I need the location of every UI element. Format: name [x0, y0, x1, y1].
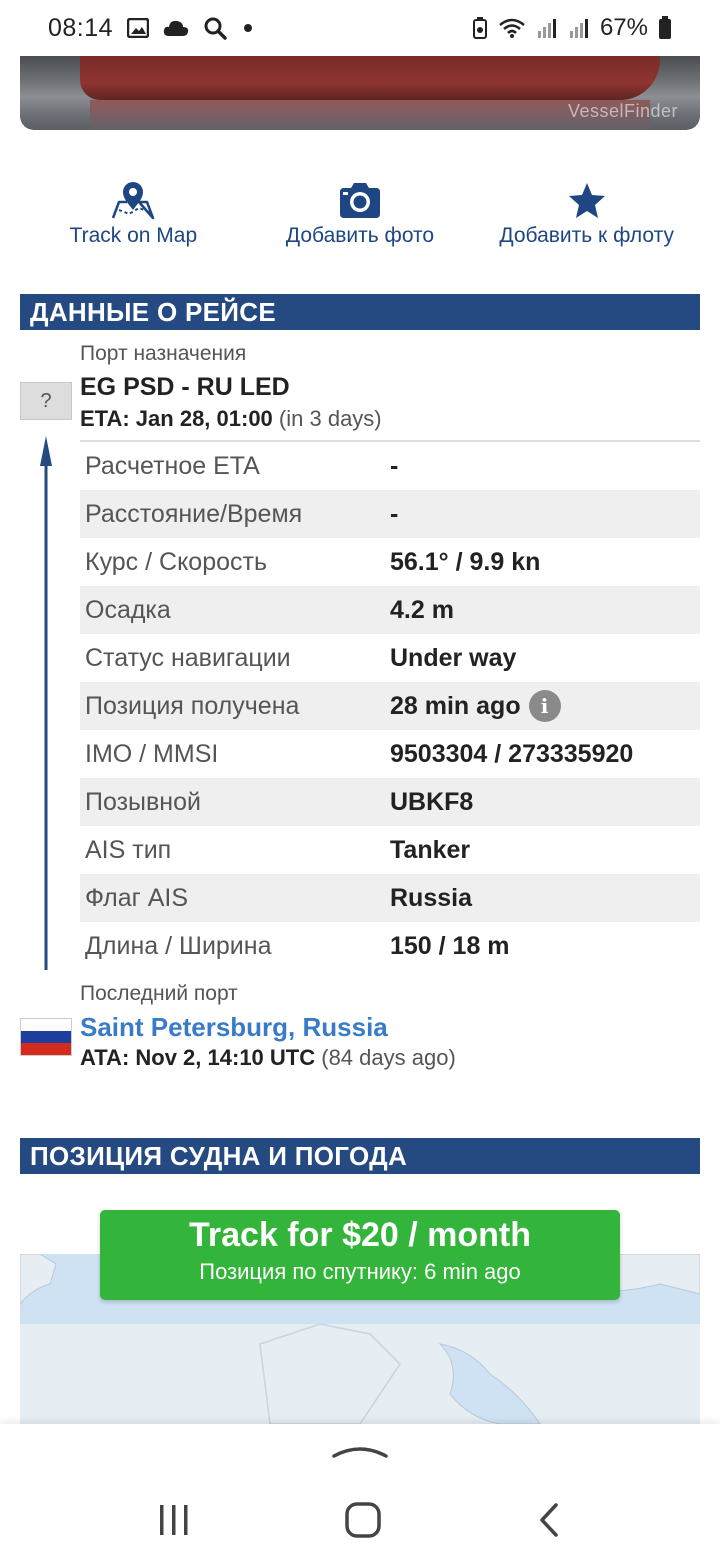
row-value-wrap: 28 min ago i: [390, 690, 561, 722]
unknown-flag-icon: ?: [20, 382, 72, 420]
route-arrow-icon: [40, 436, 52, 970]
photo-watermark: VesselFinder: [567, 101, 678, 121]
dot-icon: [244, 24, 253, 32]
row-value: -: [390, 499, 399, 528]
bottom-sheet-handle[interactable]: [0, 1424, 720, 1480]
last-port-link[interactable]: Saint Petersburg, Russia: [80, 1012, 388, 1043]
voyage-section-header: ДАННЫЕ О РЕЙСЕ: [20, 294, 700, 330]
row-label: AIS тип: [85, 835, 172, 864]
row-label: Осадка: [85, 595, 171, 624]
vessel-actions: Track on Map Добавить фото Добавить к фл…: [20, 180, 700, 260]
row-label: Позиция получена: [85, 691, 300, 720]
add-photo-label: Добавить фото: [285, 224, 435, 247]
row-label: Статус навигации: [85, 643, 291, 672]
table-row: Длина / Ширина 150 / 18 m: [80, 922, 700, 970]
home-icon[interactable]: [343, 1500, 383, 1540]
destination-eta: ETA: Jan 28, 01:00 (in 3 days): [80, 406, 382, 432]
last-port-ata: ATA: Nov 2, 14:10 UTC (84 days ago): [80, 1045, 456, 1071]
position-section-header: ПОЗИЦИЯ СУДНА И ПОГОДА: [20, 1138, 700, 1174]
row-value: Russia: [390, 883, 472, 912]
table-row: Флаг AIS Russia: [80, 874, 700, 922]
satellite-position-label: Позиция по спутнику: 6 min ago: [199, 1259, 521, 1284]
star-icon: [568, 183, 605, 218]
add-to-fleet-label: Добавить к флоту: [499, 224, 674, 247]
signal-icon-2: [569, 19, 588, 38]
table-row: IMO / MMSI 9503304 / 273335920: [80, 730, 700, 778]
row-value: 150 / 18 m: [390, 931, 510, 960]
row-value: 9503304 / 273335920: [390, 739, 634, 768]
row-value: 4.2 m: [390, 595, 454, 624]
status-bar: 08:14 67%: [0, 0, 720, 56]
destination-route: EG PSD - RU LED: [80, 373, 290, 401]
ata-value: ATA: Nov 2, 14:10 UTC: [80, 1045, 316, 1070]
row-label: Расчетное ETA: [85, 451, 260, 480]
row-value: 28 min ago: [390, 691, 521, 720]
row-label: Расстояние/Время: [85, 499, 303, 528]
russia-flag-icon: [20, 1018, 72, 1056]
system-nav-bar: [0, 1480, 720, 1560]
table-row: Статус навигации Under way: [80, 634, 700, 682]
row-value: 56.1° / 9.9 kn: [390, 547, 541, 576]
track-on-map-button[interactable]: Track on Map: [20, 180, 247, 260]
info-icon[interactable]: i: [528, 690, 561, 722]
track-subscription-button[interactable]: Track for $20 / month Позиция по спутник…: [100, 1210, 620, 1300]
table-row: AIS тип Tanker: [80, 826, 700, 874]
battery-icon: [659, 16, 671, 39]
back-icon[interactable]: [534, 1502, 564, 1538]
table-row: Осадка 4.2 m: [80, 586, 700, 634]
vessel-photo[interactable]: VesselFinder: [20, 56, 700, 130]
status-time: 08:14: [48, 13, 114, 42]
vessel-hull: [80, 56, 660, 100]
table-row: Курс / Скорость 56.1° / 9.9 kn: [80, 538, 700, 586]
wifi-icon: [499, 18, 525, 38]
destination-port-label: Порт назначения: [80, 342, 247, 365]
row-value: Tanker: [390, 835, 471, 864]
table-row: Позиция получена 28 min ago i: [80, 682, 700, 730]
signal-icon: [537, 19, 556, 38]
add-to-fleet-button[interactable]: Добавить к флоту: [473, 180, 700, 260]
row-label: Длина / Ширина: [85, 931, 272, 960]
row-label: Курс / Скорость: [85, 547, 267, 576]
table-row: Позывной UBKF8: [80, 778, 700, 826]
search-icon: [204, 17, 227, 40]
row-label: Флаг AIS: [85, 883, 189, 912]
last-port-label: Последний порт: [80, 982, 238, 1005]
gallery-icon: [127, 18, 150, 38]
eta-relative: (in 3 days): [278, 406, 382, 431]
add-photo-button[interactable]: Добавить фото: [247, 180, 474, 260]
table-row: Расчетное ETA -: [80, 442, 700, 490]
row-value: UBKF8: [390, 787, 474, 816]
row-value: -: [390, 451, 399, 480]
chevron-up-icon: [332, 1447, 388, 1458]
recent-apps-icon[interactable]: [156, 1503, 192, 1537]
row-label: IMO / MMSI: [85, 739, 219, 768]
row-value: Under way: [390, 643, 517, 672]
map-pin-icon: [112, 182, 155, 220]
battery-saver-icon: [472, 17, 487, 39]
camera-icon: [340, 183, 380, 218]
track-price-label: Track for $20 / month: [189, 1216, 531, 1254]
cloud-icon: [163, 20, 189, 36]
ata-relative: (84 days ago): [321, 1045, 456, 1070]
track-on-map-label: Track on Map: [69, 224, 198, 247]
table-row: Расстояние/Время -: [80, 490, 700, 538]
battery-percentage: 67%: [599, 14, 648, 41]
row-label: Позывной: [85, 787, 201, 816]
eta-value: ETA: Jan 28, 01:00: [80, 406, 273, 431]
water-reflection: [90, 100, 650, 130]
voyage-info-table: Расчетное ETA - Расстояние/Время - Курс …: [80, 440, 700, 970]
